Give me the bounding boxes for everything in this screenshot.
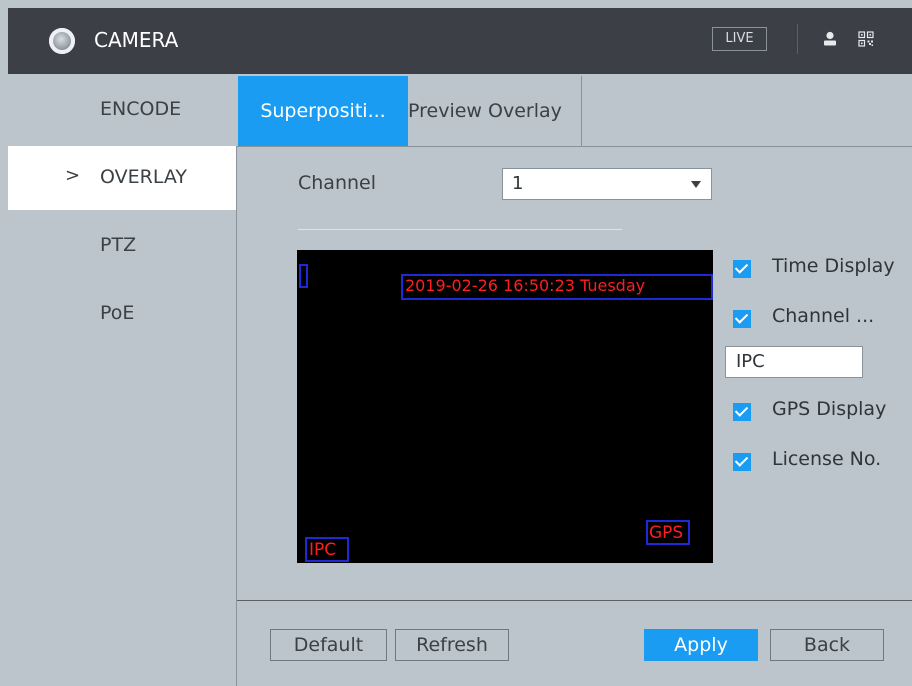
tab-preview-overlay[interactable]: Preview Overlay — [408, 76, 582, 146]
channel-name-input[interactable]: IPC — [725, 346, 863, 378]
chevron-right-icon: > — [65, 165, 81, 186]
license-no-checkbox[interactable] — [733, 453, 751, 471]
gps-display-checkbox[interactable] — [733, 403, 751, 421]
refresh-button[interactable]: Refresh — [395, 629, 509, 661]
divider — [298, 229, 622, 230]
sidebar: ENCODE > OVERLAY PTZ PoE — [8, 74, 236, 686]
gps-display-label: GPS Display — [772, 398, 887, 420]
license-no-label: License No. — [772, 448, 882, 470]
sidebar-item-encode[interactable]: ENCODE — [8, 78, 236, 142]
live-button[interactable]: LIVE — [712, 27, 767, 51]
camera-logo-icon — [49, 28, 75, 54]
gps-overlay[interactable]: GPS — [646, 520, 690, 545]
channel-select-value: 1 — [512, 173, 524, 194]
channel-display-checkbox[interactable] — [733, 310, 751, 328]
tab-bar: Superpositi... Preview Overlay — [236, 74, 912, 146]
apply-button[interactable]: Apply — [644, 629, 758, 661]
tab-superposition[interactable]: Superpositi... — [238, 76, 408, 146]
default-button[interactable]: Default — [270, 629, 387, 661]
channel-select[interactable]: 1 — [502, 168, 712, 200]
footer-divider — [237, 600, 912, 601]
sidebar-item-label: OVERLAY — [100, 166, 187, 188]
channel-display-label: Channel ... — [772, 305, 875, 327]
chevron-down-icon — [691, 181, 701, 188]
sidebar-item-label: ENCODE — [100, 98, 182, 120]
video-preview: 2019-02-26 16:50:23 Tuesday IPC GPS — [297, 250, 713, 563]
qr-code-icon[interactable] — [858, 31, 874, 47]
channel-label: Channel — [298, 172, 377, 194]
app-title: CAMERA — [94, 28, 179, 52]
sidebar-item-label: PTZ — [100, 234, 137, 256]
overlay-region-box[interactable] — [299, 264, 308, 288]
user-icon[interactable] — [823, 31, 837, 47]
sidebar-item-poe[interactable]: PoE — [8, 282, 236, 346]
channel-name-overlay[interactable]: IPC — [305, 537, 349, 562]
time-display-label: Time Display — [772, 255, 895, 277]
sidebar-item-ptz[interactable]: PTZ — [8, 214, 236, 278]
time-display-checkbox[interactable] — [733, 260, 751, 278]
header-separator — [797, 24, 798, 54]
back-button[interactable]: Back — [770, 629, 884, 661]
sidebar-item-label: PoE — [100, 302, 135, 324]
sidebar-item-overlay[interactable]: > OVERLAY — [8, 146, 236, 210]
timestamp-overlay[interactable]: 2019-02-26 16:50:23 Tuesday — [401, 274, 713, 300]
